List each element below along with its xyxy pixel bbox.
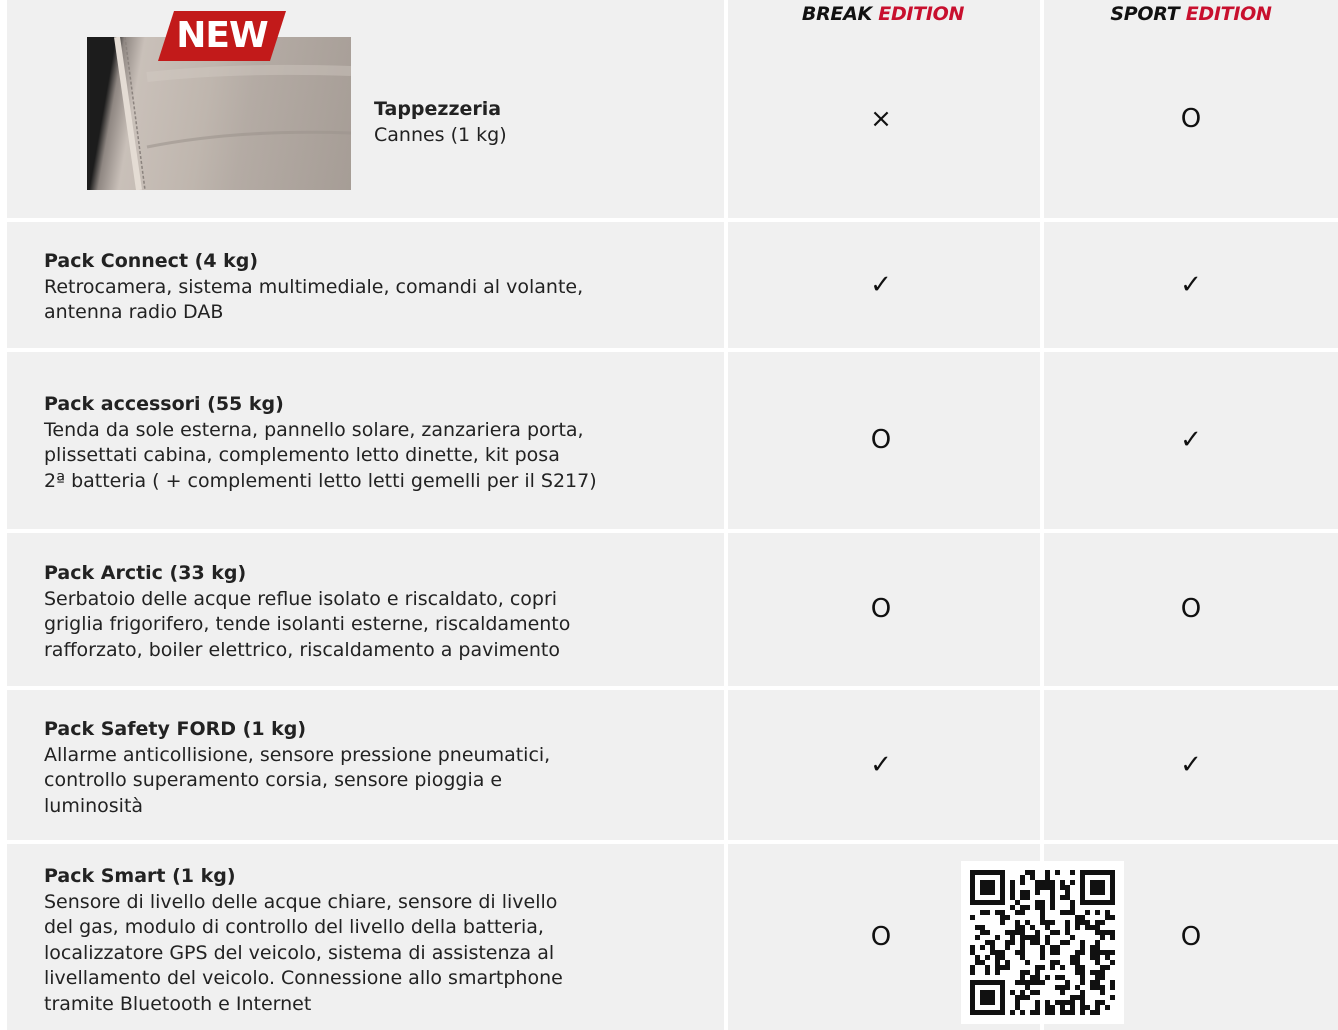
break-cell-value: ✓ bbox=[870, 270, 892, 300]
row-pack-arctic: Pack Arctic (33 kg) Serbatoio delle acqu… bbox=[44, 561, 570, 663]
row-description: Cannes (1 kg) bbox=[374, 123, 507, 146]
sport-cell-value: O bbox=[1180, 922, 1202, 952]
row-pack-connect: Pack Connect (4 kg) Retrocamera, sistema… bbox=[44, 249, 583, 326]
row-divider bbox=[7, 529, 1338, 533]
header-sport-word: SPORT bbox=[1110, 3, 1180, 25]
row-description-line: Tenda da sole esterna, pannello solare, … bbox=[44, 418, 584, 441]
row-description-line: rafforzato, boiler elettrico, riscaldame… bbox=[44, 638, 560, 661]
row-description-line: plissettati cabina, complemento letto di… bbox=[44, 444, 560, 466]
row-title: Pack Smart (1 kg) bbox=[44, 865, 236, 887]
header-break-edition: BREAK EDITION bbox=[728, 0, 1038, 28]
row-description-line: Sensore di livello delle acque chiare, s… bbox=[44, 890, 558, 913]
row-description-line: griglia frigorifero, tende isolanti este… bbox=[44, 613, 571, 635]
row-divider bbox=[7, 348, 1338, 352]
row-description-line: localizzatore GPS del veicolo, sistema d… bbox=[44, 941, 555, 964]
header-break-edition-word: EDITION bbox=[878, 3, 965, 25]
row-upholstery: Tappezzeria Cannes (1 kg) bbox=[374, 97, 507, 148]
row-description-line: 2ª batteria ( + complementi letto letti … bbox=[44, 469, 597, 492]
row-description-line: antenna radio DAB bbox=[44, 301, 224, 323]
sport-cell-value: ✓ bbox=[1180, 270, 1202, 300]
new-badge: NEW bbox=[158, 11, 286, 61]
row-description-line: livellamento del veicolo. Connessione al… bbox=[44, 967, 563, 989]
row-pack-safety: Pack Safety FORD (1 kg) Allarme anticoll… bbox=[44, 717, 550, 819]
row-title: Tappezzeria bbox=[374, 98, 502, 120]
new-badge-label: NEW bbox=[176, 15, 268, 56]
row-description-line: tramite Bluetooth e Internet bbox=[44, 992, 312, 1015]
break-cell-value: O bbox=[870, 425, 892, 455]
row-description-line: Allarme anticollisione, sensore pression… bbox=[44, 743, 551, 766]
sport-cell-value: ✓ bbox=[1180, 425, 1202, 455]
sport-cell-value: ✓ bbox=[1180, 750, 1202, 780]
break-cell-value: O bbox=[870, 922, 892, 952]
row-title: Pack accessori (55 kg) bbox=[44, 393, 284, 415]
row-description-line: Retrocamera, sistema multimediale, coman… bbox=[44, 275, 584, 298]
column-divider bbox=[724, 0, 728, 1030]
row-title: Pack Safety FORD (1 kg) bbox=[44, 718, 307, 740]
sport-cell-value: O bbox=[1180, 594, 1202, 624]
header-sport-edition-word: EDITION bbox=[1185, 3, 1272, 25]
row-description-line: controllo superamento corsia, sensore pi… bbox=[44, 769, 503, 791]
row-divider bbox=[7, 686, 1338, 690]
row-description-line: del gas, modulo di controllo del livello… bbox=[44, 916, 544, 938]
break-cell-value: ✓ bbox=[870, 750, 892, 780]
row-pack-accessori: Pack accessori (55 kg) Tenda da sole est… bbox=[44, 392, 597, 494]
break-cell-value: O bbox=[870, 594, 892, 624]
row-description-line: luminosità bbox=[44, 794, 144, 817]
row-divider bbox=[7, 218, 1338, 222]
row-divider bbox=[7, 840, 1338, 844]
row-pack-smart: Pack Smart (1 kg) Sensore di livello del… bbox=[44, 864, 563, 1017]
row-description-line: Serbatoio delle acque reflue isolato e r… bbox=[44, 587, 558, 610]
row-title: Pack Connect (4 kg) bbox=[44, 250, 259, 272]
header-break-word: BREAK bbox=[801, 3, 872, 25]
sport-cell-value: O bbox=[1180, 104, 1202, 134]
header-sport-edition: SPORT EDITION bbox=[1044, 0, 1338, 28]
row-title: Pack Arctic (33 kg) bbox=[44, 562, 247, 584]
qr-code[interactable] bbox=[961, 861, 1124, 1024]
break-cell-value: × bbox=[870, 104, 892, 134]
